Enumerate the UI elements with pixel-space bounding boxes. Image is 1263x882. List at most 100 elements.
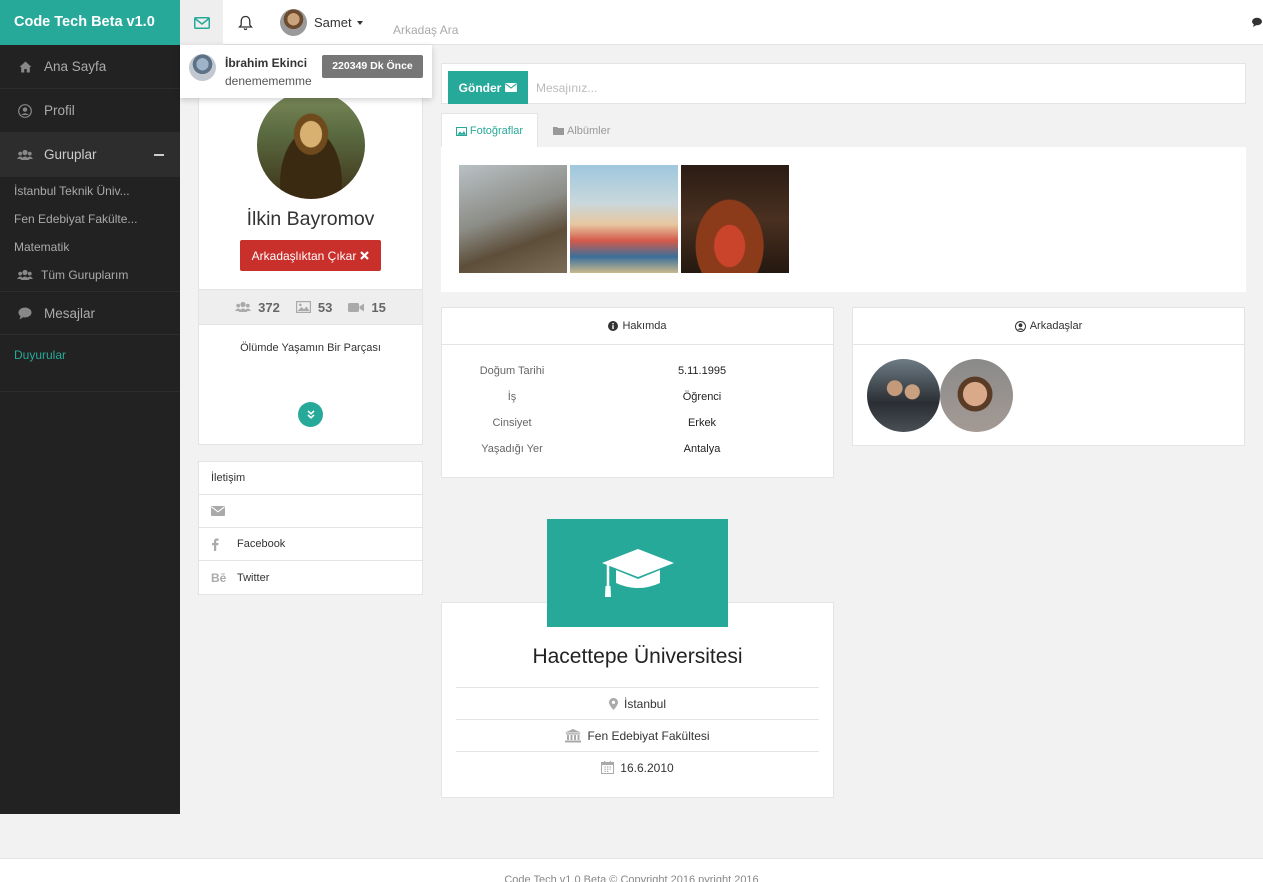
graduation-cap-icon [601,549,674,597]
friends-header: Arkadaşlar [853,308,1244,345]
sidebar-item-home[interactable]: Ana Sayfa [0,45,180,89]
tab-label: Fotoğraflar [469,125,524,137]
sidebar-all-groups[interactable]: Tüm Guruplarım [0,261,180,289]
contact-label: Facebook [237,538,286,550]
contact-email[interactable] [199,495,422,528]
image-icon [295,301,311,313]
about-header: Hakımda [442,308,833,345]
sidebar-item-label: Mesajlar [44,305,96,321]
envelope-icon [211,506,237,516]
education-value: İstanbul [623,696,667,711]
about-value: 5.11.1995 [677,365,727,377]
users-icon [17,269,33,281]
education-faculty: Fen Edebiyat Fakültesi [456,719,819,751]
photo-thumbnail[interactable] [681,165,789,273]
education-value: Fen Edebiyat Fakültesi [587,728,710,743]
education-card: Hacettepe Üniversitesi İstanbul Fen Edeb… [441,602,834,798]
send-label: Gönder [458,80,502,95]
sidebar-group-item[interactable]: Fen Edebiyat Fakülte... [0,205,180,233]
send-button[interactable]: Gönder [448,71,528,104]
sidebar-group-item[interactable]: İstanbul Teknik Üniv... [0,177,180,205]
friends-card: Arkadaşlar [852,307,1245,446]
collapse-icon[interactable] [154,154,164,156]
tab-photos[interactable]: Fotoğraflar [441,113,538,148]
profile-photo [257,91,365,199]
friend-avatar[interactable] [867,359,940,432]
unfriend-label: Arkadaşlıktan Çıkar [251,248,357,263]
profile-name: İlkin Bayromov [246,208,375,230]
notifications-button[interactable] [225,0,265,45]
close-icon [360,251,370,260]
sidebar-item-label: Tüm Guruplarım [41,268,129,282]
sidebar: Ana Sayfa Profil Guruplar İstanbul Tekni… [0,45,180,814]
calendar-icon [601,761,615,774]
videos-count: 15 [348,299,386,315]
user-circle-icon [1014,320,1026,332]
sidebar-group-item[interactable]: Matematik [0,233,180,261]
users-icon [17,149,33,161]
sidebar-item-profile[interactable]: Profil [0,89,180,133]
sidebar-item-label: Guruplar [44,147,97,162]
about-value: Öğrenci [682,391,722,403]
photos-count: 53 [295,299,333,315]
education-value: 16.6.2010 [620,760,674,775]
contact-facebook[interactable]: Facebook [199,528,422,561]
contact-title: İletişim [199,462,422,495]
info-circle-icon [608,321,619,331]
avatar [189,54,216,81]
user-circle-icon [17,103,33,118]
card-title: Hakımda [622,320,667,332]
friends-count: 372 [235,300,280,315]
about-key: Yaşadığı Yer [481,443,543,455]
profile-stats: 372 53 15 [199,289,422,325]
messages-toggle-button[interactable] [180,0,223,45]
user-menu[interactable]: Samet [280,9,363,36]
about-value: Antalya [683,443,721,455]
about-key: Doğum Tarihi [479,365,545,377]
message-input[interactable] [536,73,1226,102]
sidebar-item-groups[interactable]: Guruplar [0,133,180,177]
education-date: 16.6.2010 [456,751,819,783]
expand-button[interactable] [298,402,323,427]
institution-icon [565,728,582,742]
image-icon [455,126,467,136]
tab-albums[interactable]: Albümler [553,113,623,148]
sidebar-item-messages[interactable]: Mesajlar [0,291,180,335]
sidebar-item-label: Profil [44,103,75,118]
tab-label: Albümler [567,124,611,137]
stat-value: 53 [317,299,333,315]
stat-value: 372 [258,299,280,315]
education-city: İstanbul [456,687,819,719]
folder-icon [553,127,564,135]
about-value: Erkek [687,417,717,429]
chat-icon[interactable] [1252,17,1262,30]
message-bar: Gönder [441,63,1246,104]
brand-title[interactable]: Code Tech Beta v1.0 [0,0,180,45]
chevron-double-down-icon [306,410,315,419]
about-key: İş [507,391,517,403]
message-preview[interactable]: denemememme [225,74,312,88]
behance-icon: Bē [211,570,227,585]
envelope-icon [505,83,518,92]
contact-twitter[interactable]: Bē Twitter [199,561,422,594]
university-name: Hacettepe Üniversitesi [532,645,743,668]
sidebar-item-announcements[interactable]: Duyurular [0,335,180,392]
contact-card: İletişim Facebook Bē Twitter [198,461,423,595]
friend-search-input[interactable]: Arkadaş Ara [393,23,458,37]
photo-thumbnail[interactable] [570,165,678,273]
photo-thumbnail[interactable] [459,165,567,273]
sender-name[interactable]: İbrahim Ekinci [225,56,307,70]
photos-panel [441,147,1246,292]
top-navbar: Code Tech Beta v1.0 Samet Arkadaş Ara [0,0,1263,45]
facebook-icon [211,538,237,551]
contact-label: Twitter [237,571,270,584]
home-icon [17,61,33,73]
video-camera-icon [348,302,365,312]
envelope-icon [193,16,210,29]
message-dropdown: İbrahim Ekinci denemememme 220349 Dk Önc… [180,45,432,98]
unfriend-button[interactable]: Arkadaşlıktan Çıkar [240,240,381,271]
card-title: İletişim [211,472,246,484]
friend-avatar[interactable] [940,359,1013,432]
stat-value: 15 [371,299,386,315]
profile-bio: Ölümde Yaşamın Bir Parçası [240,342,381,354]
